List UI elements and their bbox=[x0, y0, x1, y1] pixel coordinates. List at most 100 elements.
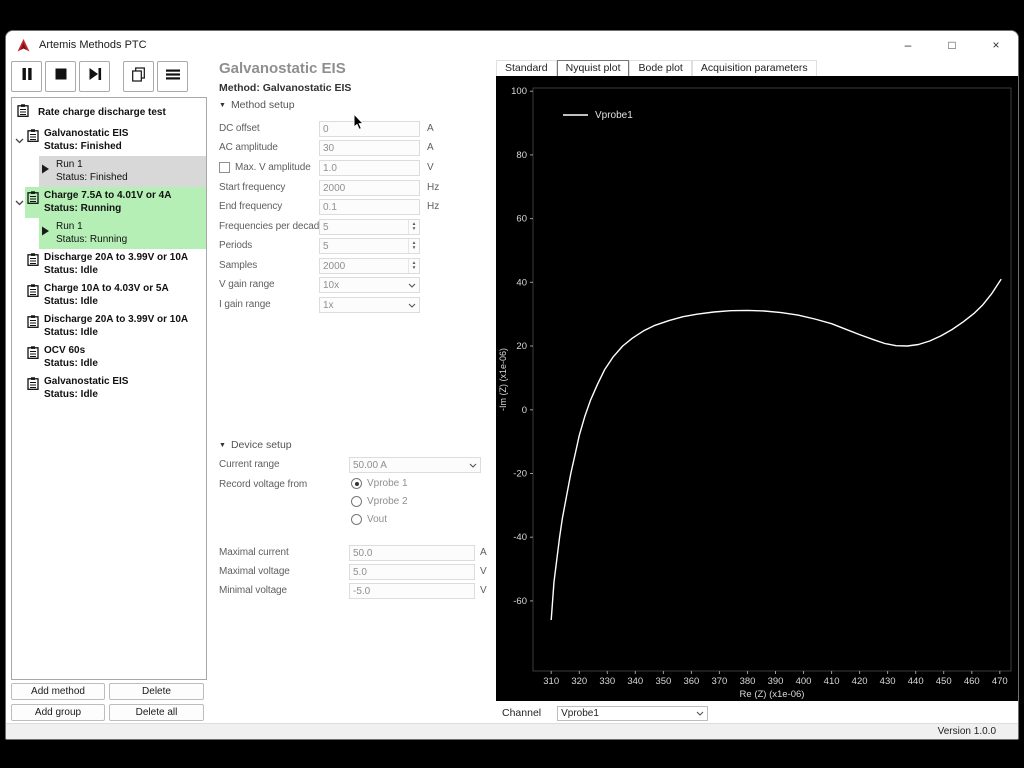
delete-all-button[interactable]: Delete all bbox=[109, 704, 204, 721]
svg-text:330: 330 bbox=[599, 676, 615, 687]
add-group-button[interactable]: Add group bbox=[11, 704, 105, 721]
radio-selected-icon bbox=[351, 478, 362, 489]
menu-icon bbox=[165, 68, 181, 86]
group-label: Rate charge discharge test bbox=[38, 107, 166, 118]
channel-select[interactable]: Vprobe1 bbox=[557, 706, 708, 721]
add-method-button[interactable]: Add method bbox=[11, 683, 105, 700]
tree-item-discharge-20a-2[interactable]: Discharge 20A to 3.99V or 10A Status: Id… bbox=[12, 311, 206, 342]
tree-item-run1-finished[interactable]: Run 1 Status: Finished bbox=[12, 156, 206, 187]
chevron-down-icon bbox=[692, 711, 707, 716]
app-window: Artemis Methods PTC – □ × bbox=[5, 30, 1019, 740]
field-row-record-voltage: Record voltage from Vprobe 1 bbox=[214, 477, 496, 494]
tree-item-charge-10a[interactable]: Charge 10A to 4.03V or 5A Status: Idle bbox=[12, 280, 206, 311]
nyquist-plot-svg: -60-40-200204060801003103203303403503603… bbox=[496, 76, 1019, 701]
method-setup-header[interactable]: ▼ Method setup bbox=[219, 99, 295, 111]
start-frequency-input[interactable] bbox=[319, 180, 420, 196]
nyquist-chart: -60-40-200204060801003103203303403503603… bbox=[496, 76, 1019, 701]
status-text: Status: Finished bbox=[44, 141, 128, 154]
spinner-arrows-icon[interactable]: ▴▾ bbox=[408, 220, 419, 234]
radio-icon bbox=[351, 496, 362, 507]
play-icon bbox=[41, 220, 56, 246]
window-title: Artemis Methods PTC bbox=[39, 39, 886, 51]
svg-text:350: 350 bbox=[655, 676, 671, 687]
minimal-voltage-input[interactable] bbox=[349, 583, 475, 599]
max-v-amplitude-input[interactable] bbox=[319, 160, 420, 176]
mouse-cursor bbox=[353, 113, 365, 131]
end-frequency-input[interactable] bbox=[319, 199, 420, 215]
tree-item-ocv-60s[interactable]: OCV 60s Status: Idle bbox=[12, 342, 206, 373]
i-gain-range-select[interactable]: 1x bbox=[319, 297, 420, 313]
svg-text:310: 310 bbox=[543, 676, 559, 687]
spinner-arrows-icon[interactable]: ▴▾ bbox=[408, 239, 419, 253]
current-range-select[interactable]: 50.00 A bbox=[349, 457, 481, 473]
svg-text:-Im (Z) (x1e-06): -Im (Z) (x1e-06) bbox=[498, 348, 508, 411]
device-setup-header[interactable]: ▼ Device setup bbox=[219, 439, 292, 451]
close-button[interactable]: × bbox=[974, 31, 1018, 59]
svg-text:60: 60 bbox=[516, 214, 527, 225]
svg-text:430: 430 bbox=[880, 676, 896, 687]
status-text: Status: Running bbox=[44, 203, 171, 216]
collapse-triangle-icon: ▼ bbox=[219, 442, 226, 449]
v-gain-range-select[interactable]: 10x bbox=[319, 277, 420, 293]
clipboard-icon bbox=[27, 344, 44, 370]
maximal-voltage-input[interactable] bbox=[349, 564, 475, 580]
tree-item-run1-running[interactable]: Run 1 Status: Running bbox=[12, 218, 206, 249]
tab-nyquist-plot[interactable]: Nyquist plot bbox=[557, 60, 630, 77]
max-v-amplitude-checkbox[interactable] bbox=[219, 162, 230, 173]
status-text: Status: Idle bbox=[44, 296, 169, 309]
svg-text:-40: -40 bbox=[513, 532, 527, 543]
window-controls: – □ × bbox=[886, 31, 1018, 59]
samples-stepper[interactable]: 2000 ▴▾ bbox=[319, 258, 420, 274]
dc-offset-input[interactable] bbox=[319, 121, 420, 137]
radio-vout[interactable]: Vout bbox=[351, 514, 387, 525]
status-text: Status: Idle bbox=[44, 358, 98, 371]
periods-stepper[interactable]: 5 ▴▾ bbox=[319, 238, 420, 254]
tree-item-label: Discharge 20A to 3.99V or 10A bbox=[44, 252, 188, 265]
channel-label: Channel bbox=[502, 707, 541, 719]
tree-item-discharge-20a-1[interactable]: Discharge 20A to 3.99V or 10A Status: Id… bbox=[12, 249, 206, 280]
copy-method-button[interactable] bbox=[123, 61, 154, 92]
radio-vprobe-2[interactable]: Vprobe 2 bbox=[351, 496, 408, 507]
frequencies-per-decade-stepper[interactable]: 5 ▴▾ bbox=[319, 219, 420, 235]
tree-item-galvanostatic-eis-finished[interactable]: Galvanostatic EIS Status: Finished bbox=[12, 125, 206, 156]
svg-text:-60: -60 bbox=[513, 596, 527, 607]
tab-bode-plot[interactable]: Bode plot bbox=[629, 60, 691, 77]
pause-button[interactable] bbox=[11, 61, 42, 92]
field-row-end-frequency: End frequency Hz bbox=[214, 199, 496, 216]
chevron-down-icon[interactable] bbox=[12, 125, 25, 156]
collapse-triangle-icon: ▼ bbox=[219, 102, 226, 109]
tree-group-row[interactable]: Rate charge discharge test bbox=[12, 98, 206, 125]
svg-text:390: 390 bbox=[768, 676, 784, 687]
tree-item-charge-7-5a[interactable]: Charge 7.5A to 4.01V or 4A Status: Runni… bbox=[12, 187, 206, 218]
svg-text:370: 370 bbox=[711, 676, 727, 687]
skip-button[interactable] bbox=[79, 61, 110, 92]
maximize-button[interactable]: □ bbox=[930, 31, 974, 59]
minimize-button[interactable]: – bbox=[886, 31, 930, 59]
method-tree: Rate charge discharge test Galvanostatic… bbox=[11, 97, 207, 680]
tree-item-galvanostatic-eis-idle[interactable]: Galvanostatic EIS Status: Idle bbox=[12, 373, 206, 404]
status-text: Status: Idle bbox=[44, 389, 128, 402]
svg-text:450: 450 bbox=[936, 676, 952, 687]
stop-button[interactable] bbox=[45, 61, 76, 92]
svg-text:Vprobe1: Vprobe1 bbox=[595, 110, 633, 121]
field-row-i-gain-range: I gain range 1x bbox=[214, 297, 496, 314]
tab-standard[interactable]: Standard bbox=[496, 60, 557, 77]
version-label: Version 1.0.0 bbox=[938, 726, 996, 737]
delete-button[interactable]: Delete bbox=[109, 683, 204, 700]
svg-text:440: 440 bbox=[908, 676, 924, 687]
field-row-start-frequency: Start frequency Hz bbox=[214, 180, 496, 197]
menu-button[interactable] bbox=[157, 61, 188, 92]
status-text: Status: Finished bbox=[56, 172, 128, 185]
play-icon bbox=[41, 158, 56, 184]
ac-amplitude-input[interactable] bbox=[319, 140, 420, 156]
spinner-arrows-icon[interactable]: ▴▾ bbox=[408, 259, 419, 273]
svg-text:340: 340 bbox=[627, 676, 643, 687]
svg-text:Re (Z) (x1e-06): Re (Z) (x1e-06) bbox=[740, 689, 805, 700]
tab-acquisition-parameters[interactable]: Acquisition parameters bbox=[692, 60, 817, 77]
radio-vprobe-1[interactable]: Vprobe 1 bbox=[351, 478, 408, 489]
pause-icon bbox=[20, 67, 34, 86]
chevron-down-icon[interactable] bbox=[12, 187, 25, 218]
maximal-current-input[interactable] bbox=[349, 545, 475, 561]
plot-tabs: Standard Nyquist plot Bode plot Acquisit… bbox=[496, 60, 817, 77]
title-bar[interactable]: Artemis Methods PTC – □ × bbox=[6, 31, 1018, 59]
